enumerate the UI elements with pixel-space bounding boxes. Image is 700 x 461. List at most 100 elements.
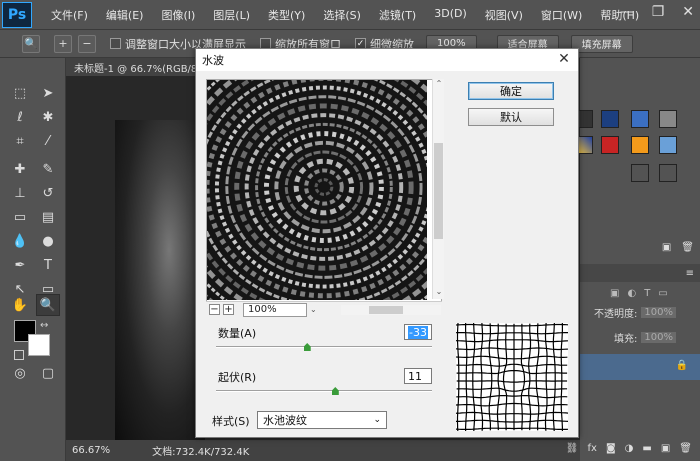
blur-tool-icon[interactable]: 💧 bbox=[8, 230, 32, 252]
dodge-tool-icon[interactable]: ● bbox=[36, 230, 60, 252]
styles-panel-footer: ▣ 🗑 bbox=[580, 242, 700, 256]
menu-item[interactable]: 窗口(W) bbox=[532, 7, 591, 23]
fx-icon[interactable]: fx bbox=[588, 443, 597, 454]
layers-panel-tab[interactable]: ≡ bbox=[580, 264, 700, 282]
opacity-input[interactable]: 100% bbox=[641, 307, 676, 318]
zoom-out-icon[interactable]: − bbox=[78, 34, 96, 53]
menu-item[interactable]: 图像(I) bbox=[152, 7, 204, 23]
preview-zoom-select[interactable]: 100% bbox=[243, 302, 307, 317]
style-swatch[interactable] bbox=[659, 110, 677, 128]
style-swatch[interactable] bbox=[631, 164, 649, 182]
menu-item[interactable]: 选择(S) bbox=[314, 7, 370, 23]
right-panels: ▣ 🗑 ≡ ▣ ◐ T ▭ 不透明度: 100% 填充: 100% 🔒 ⛓ fx… bbox=[566, 58, 700, 461]
shape-filter-icon[interactable]: ▭ bbox=[658, 288, 667, 299]
zoom-in-icon[interactable]: + bbox=[223, 304, 234, 315]
lasso-tool-icon[interactable]: ℓ bbox=[8, 106, 32, 128]
dialog-close-button[interactable]: ✕ bbox=[556, 51, 572, 67]
scroll-thumb[interactable] bbox=[434, 143, 443, 239]
marquee-tool-icon[interactable]: ⬚ bbox=[8, 82, 32, 104]
menu-item[interactable]: 3D(D) bbox=[425, 7, 476, 23]
style-select[interactable]: 水池波纹 ⌄ bbox=[257, 411, 387, 429]
style-swatch[interactable] bbox=[601, 110, 619, 128]
selected-layer-row[interactable]: 🔒 bbox=[580, 354, 700, 380]
magic-wand-icon[interactable]: ✱ bbox=[36, 106, 60, 128]
type-tool-icon[interactable]: T bbox=[36, 254, 60, 276]
style-swatch[interactable] bbox=[631, 136, 649, 154]
close-button[interactable]: ✕ bbox=[682, 4, 694, 20]
swap-colors-icon[interactable]: ↔ bbox=[40, 320, 48, 331]
adjustment-icon[interactable]: ◑ bbox=[625, 443, 634, 454]
chevron-down-icon[interactable]: ⌄ bbox=[310, 305, 320, 315]
restore-button[interactable]: ❐ bbox=[652, 4, 665, 20]
preview-horizontal-scrollbar[interactable] bbox=[341, 304, 441, 315]
hand-tool-icon[interactable]: ✋ bbox=[8, 294, 32, 316]
style-swatch[interactable] bbox=[601, 136, 619, 154]
fill-screen-button[interactable]: 填充屏幕 bbox=[570, 34, 633, 53]
preview-vertical-scrollbar[interactable]: ⌃ ⌄ bbox=[432, 79, 444, 299]
style-swatch[interactable] bbox=[659, 136, 677, 154]
menu-item[interactable]: 视图(V) bbox=[476, 7, 532, 23]
ridges-slider-thumb[interactable] bbox=[331, 387, 339, 395]
background-color-swatch[interactable] bbox=[28, 334, 50, 356]
menu-item[interactable]: 文件(F) bbox=[42, 7, 97, 23]
healing-brush-icon[interactable]: ✚ bbox=[8, 158, 32, 180]
dialog-title-bar: 水波 bbox=[196, 49, 578, 71]
amount-value: -33 bbox=[408, 325, 428, 339]
eyedropper-icon[interactable]: ⁄ bbox=[36, 130, 60, 152]
minimize-button[interactable]: — bbox=[620, 4, 634, 20]
menu-item[interactable]: 图层(L) bbox=[204, 7, 259, 23]
tools-panel: ⬚ ➤ ℓ ✱ ⌗ ⁄ ✚ ✎ ⊥ ↺ ▭ ▤ 💧 ● ✒ T ↖ ▭ ✋ 🔍 … bbox=[0, 58, 66, 461]
link-icon[interactable]: ⛓ bbox=[566, 443, 579, 454]
zoom-level[interactable]: 66.67% bbox=[72, 445, 110, 456]
menu-item[interactable]: 编辑(E) bbox=[97, 7, 153, 23]
fill-input[interactable]: 100% bbox=[641, 332, 676, 343]
preview-pane[interactable] bbox=[206, 79, 442, 315]
trash-icon[interactable]: 🗑 bbox=[681, 242, 694, 256]
pixel-filter-icon[interactable]: ▣ bbox=[610, 288, 619, 299]
type-filter-icon[interactable]: T bbox=[644, 288, 650, 299]
menu-item[interactable]: 滤镜(T) bbox=[370, 7, 425, 23]
mask-icon[interactable]: ◙ bbox=[606, 443, 616, 454]
crop-tool-icon[interactable]: ⌗ bbox=[8, 130, 32, 152]
trash-icon[interactable]: 🗑 bbox=[679, 443, 692, 454]
amount-slider-track[interactable] bbox=[216, 346, 432, 348]
document-canvas[interactable] bbox=[115, 120, 205, 445]
style-label: 样式(S) bbox=[212, 415, 250, 428]
zoom-tool-icon[interactable]: 🔍 bbox=[36, 294, 60, 316]
amount-slider-thumb[interactable] bbox=[303, 343, 311, 351]
ridges-value: 11 bbox=[408, 369, 422, 383]
ridges-slider-track[interactable] bbox=[216, 390, 432, 392]
amount-label: 数量(A) bbox=[218, 327, 257, 340]
style-swatch[interactable] bbox=[659, 164, 677, 182]
ridges-input[interactable]: 11 bbox=[404, 368, 432, 384]
fill-label: 填充: bbox=[614, 334, 638, 345]
scroll-thumb[interactable] bbox=[369, 305, 403, 314]
new-layer-icon[interactable]: ▣ bbox=[661, 443, 670, 454]
dialog-title: 水波 bbox=[202, 54, 224, 67]
menu-item[interactable]: 类型(Y) bbox=[259, 7, 314, 23]
zoom-in-icon[interactable]: + bbox=[54, 34, 72, 53]
folder-icon[interactable]: ▬ bbox=[642, 443, 651, 454]
clone-stamp-icon[interactable]: ⊥ bbox=[8, 182, 32, 204]
ripple-dialog: 水波 ✕ ⌃ ⌄ − + 100% ⌄ 确定 默认 数量(A) -33 起伏(R… bbox=[195, 48, 579, 438]
opacity-label: 不透明度: bbox=[594, 309, 638, 320]
adjust-filter-icon[interactable]: ◐ bbox=[627, 288, 636, 299]
default-button[interactable]: 默认 bbox=[468, 108, 554, 126]
pen-tool-icon[interactable]: ✒ bbox=[8, 254, 32, 276]
history-brush-icon[interactable]: ↺ bbox=[36, 182, 60, 204]
zoom-out-icon[interactable]: − bbox=[209, 304, 220, 315]
quick-mask-icon[interactable]: ◎ bbox=[8, 362, 32, 384]
new-style-icon[interactable]: ▣ bbox=[662, 242, 671, 256]
eraser-icon[interactable]: ▭ bbox=[8, 206, 32, 228]
screen-mode-icon[interactable]: ▢ bbox=[36, 362, 60, 384]
zoom-tool-icon[interactable]: 🔍 bbox=[22, 34, 40, 53]
move-tool-icon[interactable]: ➤ bbox=[36, 82, 60, 104]
default-colors-icon[interactable] bbox=[14, 350, 24, 360]
style-swatch[interactable] bbox=[631, 110, 649, 128]
brush-tool-icon[interactable]: ✎ bbox=[36, 158, 60, 180]
gradient-tool-icon[interactable]: ▤ bbox=[36, 206, 60, 228]
amount-input[interactable]: -33 bbox=[404, 324, 432, 340]
scroll-down-icon[interactable]: ⌄ bbox=[433, 287, 445, 299]
scroll-up-icon[interactable]: ⌃ bbox=[433, 79, 445, 91]
ok-button[interactable]: 确定 bbox=[468, 82, 554, 100]
